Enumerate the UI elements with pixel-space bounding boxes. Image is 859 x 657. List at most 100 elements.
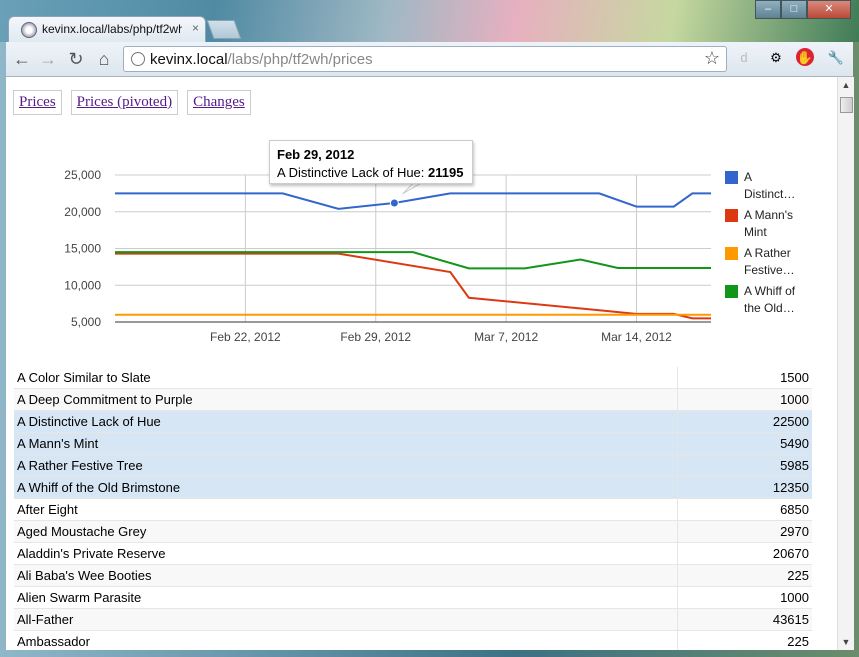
legend-label: A Whiff of	[744, 284, 796, 298]
new-tab-button[interactable]	[206, 20, 242, 39]
adblock-icon[interactable]: ✋	[796, 48, 814, 66]
table-row[interactable]: A Whiff of the Old Brimstone 12350	[14, 476, 812, 499]
item-price-cell: 1000	[677, 388, 812, 411]
legend-swatch	[725, 285, 738, 298]
address-url: kevinx.local/labs/php/tf2wh/prices	[150, 51, 373, 68]
item-name-cell: Aged Moustache Grey	[14, 520, 678, 543]
browser-toolbar: ← → ↻ ⌂ kevinx.local/labs/php/tf2wh/pric…	[6, 42, 853, 77]
scroll-up-icon[interactable]: ▲	[841, 80, 851, 90]
item-price-cell: 1000	[677, 586, 812, 609]
globe-icon	[21, 22, 37, 38]
item-price-cell: 225	[677, 630, 812, 650]
table-row[interactable]: After Eight 6850	[14, 498, 812, 521]
table-row[interactable]: Aged Moustache Grey 2970	[14, 520, 812, 543]
table-row[interactable]: Aladdin's Private Reserve 20670	[14, 542, 812, 565]
home-icon[interactable]: ⌂	[92, 47, 116, 71]
extension-badge-icon[interactable]: ⚙	[766, 48, 786, 68]
item-name-cell: Aladdin's Private Reserve	[14, 542, 678, 565]
prices-table: A Color Similar to Slate 1500 A Deep Commi…	[14, 367, 812, 650]
changes-link[interactable]: Changes	[187, 90, 251, 115]
highlight-point	[389, 198, 399, 208]
item-price-cell: 12350	[677, 476, 812, 499]
tooltip-series: A Distinctive Lack of Hue	[277, 165, 421, 180]
legend-label: Distinct…	[744, 187, 795, 201]
series-line-0	[115, 192, 711, 210]
legend-label: A	[744, 170, 752, 184]
prices-pivoted-link[interactable]: Prices (pivoted)	[70, 90, 179, 115]
item-name-cell: A Deep Commitment to Purple	[14, 388, 678, 411]
legend-label: Mint	[744, 225, 767, 239]
item-name-cell: A Color Similar to Slate	[14, 367, 678, 389]
y-tick-label: 5,000	[71, 315, 101, 329]
tab-title: kevinx.local/labs/php/tf2wh	[42, 22, 182, 36]
item-price-cell: 225	[677, 564, 812, 587]
item-name-cell: Ali Baba's Wee Booties	[14, 564, 678, 587]
browser-tab[interactable]: kevinx.local/labs/php/tf2wh ×	[8, 16, 206, 43]
item-name-cell: After Eight	[14, 498, 678, 521]
legend-swatch	[725, 247, 738, 260]
series-line-1	[115, 252, 711, 320]
y-tick-label: 25,000	[64, 168, 101, 182]
item-name-cell: All-Father	[14, 608, 678, 631]
y-tick-label: 10,000	[64, 278, 101, 292]
item-price-cell: 1500	[677, 367, 812, 389]
y-tick-label: 15,000	[64, 242, 101, 256]
legend-swatch	[725, 209, 738, 222]
table-row[interactable]: A Color Similar to Slate 1500	[14, 367, 812, 389]
x-tick-label: Mar 14, 2012	[601, 330, 672, 344]
title-bar: kevinx.local/labs/php/tf2wh × ‒ □ ✕	[0, 0, 859, 43]
table-row[interactable]: Ambassador 225	[14, 630, 812, 650]
wrench-menu-icon[interactable]: 🔧	[826, 48, 846, 68]
table-row[interactable]: All-Father 43615	[14, 608, 812, 631]
item-price-cell: 20670	[677, 542, 812, 565]
tab-close-icon[interactable]: ×	[192, 21, 199, 35]
x-tick-label: Feb 29, 2012	[340, 330, 411, 344]
x-tick-label: Mar 7, 2012	[474, 330, 538, 344]
tooltip-value: 21195	[428, 165, 464, 180]
item-name-cell: A Whiff of the Old Brimstone	[14, 476, 678, 499]
page-nav: Prices Prices (pivoted) Changes	[13, 90, 251, 115]
scroll-down-icon[interactable]: ▼	[841, 637, 851, 647]
table-row[interactable]: Ali Baba's Wee Booties 225	[14, 564, 812, 587]
legend-label: A Rather	[744, 246, 791, 260]
item-name-cell: Alien Swarm Parasite	[14, 586, 678, 609]
maximize-button[interactable]: □	[781, 0, 807, 19]
item-price-cell: 2970	[677, 520, 812, 543]
reload-icon[interactable]: ↻	[64, 47, 88, 71]
x-tick-label: Feb 22, 2012	[210, 330, 281, 344]
item-name-cell: A Distinctive Lack of Hue	[14, 410, 678, 433]
item-price-cell: 43615	[677, 608, 812, 631]
table-row[interactable]: A Distinctive Lack of Hue 22500	[14, 410, 812, 433]
page-content: Prices Prices (pivoted) Changes 25,000 20…	[6, 77, 837, 650]
address-bar[interactable]: kevinx.local/labs/php/tf2wh/prices ☆	[123, 46, 727, 72]
bookmark-star-icon[interactable]: ☆	[704, 48, 720, 69]
extension-d-icon[interactable]: d	[734, 48, 754, 68]
back-arrow-icon[interactable]: ←	[10, 47, 34, 71]
browser-window: kevinx.local/labs/php/tf2wh × ‒ □ ✕ ← → …	[0, 0, 859, 657]
forward-arrow-icon[interactable]: →	[36, 47, 60, 71]
table-row[interactable]: A Deep Commitment to Purple 1000	[14, 388, 812, 411]
vertical-scrollbar[interactable]: ▲ ▼	[837, 77, 854, 650]
table-row[interactable]: A Rather Festive Tree 5985	[14, 454, 812, 477]
table-row[interactable]: Alien Swarm Parasite 1000	[14, 586, 812, 609]
prices-link[interactable]: Prices	[13, 90, 62, 115]
legend-label: A Mann's	[744, 208, 793, 222]
tooltip-date: Feb 29, 2012	[277, 147, 355, 162]
item-name-cell: A Rather Festive Tree	[14, 454, 678, 477]
scroll-thumb[interactable]	[840, 97, 853, 113]
minimize-button[interactable]: ‒	[755, 0, 781, 19]
table-row[interactable]: A Mann's Mint 5490	[14, 432, 812, 455]
window-controls: ‒ □ ✕	[755, 0, 851, 19]
legend-label: Festive…	[744, 263, 795, 277]
y-tick-label: 20,000	[64, 205, 101, 219]
item-name-cell: Ambassador	[14, 630, 678, 650]
legend-label: the Old…	[744, 301, 795, 315]
chart-tooltip: Feb 29, 2012 A Distinctive Lack of Hue: …	[269, 140, 473, 184]
legend-swatch	[725, 171, 738, 184]
close-button[interactable]: ✕	[807, 0, 851, 19]
item-price-cell: 22500	[677, 410, 812, 433]
item-price-cell: 5985	[677, 454, 812, 477]
item-price-cell: 6850	[677, 498, 812, 521]
item-name-cell: A Mann's Mint	[14, 432, 678, 455]
page-info-icon[interactable]	[131, 52, 145, 66]
